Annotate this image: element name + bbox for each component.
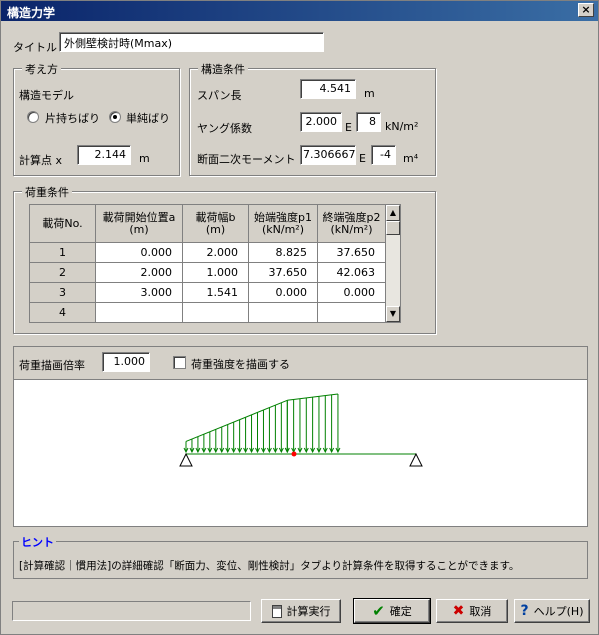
scroll-down-button[interactable]: ▼ — [386, 306, 400, 322]
table-row: 3 3.000 1.541 0.000 0.000 — [29, 282, 386, 303]
young-label: ヤング係数 — [197, 122, 252, 135]
table-header-row: 載荷No. 載荷開始位置a (m) 載荷幅b (m) 始端強度p1 (kN/m²… — [29, 204, 386, 243]
right-support-icon — [409, 452, 423, 467]
draw-intensity-checkbox[interactable] — [173, 356, 186, 369]
young-exp-input[interactable]: 8 — [356, 112, 381, 132]
table-row: 1 0.000 2.000 8.825 37.650 — [29, 242, 386, 263]
title-input[interactable]: 外側壁検討時(Mmax) — [59, 32, 324, 52]
hint-text: [計算確認｜慣用法]の詳細確認「断面力、変位、剛性検討」タブより計算条件を取得す… — [19, 560, 520, 572]
scroll-thumb[interactable] — [386, 221, 400, 235]
span-input[interactable]: 4.541 — [300, 79, 356, 99]
cancel-button[interactable]: ✖ 取消 — [436, 599, 508, 623]
col-header-width: 載荷幅b (m) — [182, 204, 249, 243]
cell-width[interactable]: 1.541 — [182, 282, 249, 303]
cell-p1[interactable]: 0.000 — [248, 282, 318, 303]
moment-unit: m⁴ — [403, 152, 419, 165]
load-top-line — [185, 399, 288, 442]
row-number[interactable]: 3 — [29, 282, 96, 303]
row-number[interactable]: 4 — [29, 302, 96, 323]
calc-run-button[interactable]: 計算実行 — [261, 599, 341, 623]
cell-start[interactable]: 0.000 — [95, 242, 183, 263]
cell-p1[interactable]: 37.650 — [248, 262, 318, 283]
load-group-title: 荷重条件 — [22, 184, 72, 200]
radio-simple-beam-label[interactable]: 単純ばり — [126, 110, 170, 126]
span-unit: m — [364, 87, 375, 100]
col-header-no: 載荷No. — [29, 204, 96, 243]
load-scale-label: 荷重描画倍率 — [19, 359, 85, 372]
title-bar: 構造力学 × — [1, 1, 598, 21]
young-mantissa-input[interactable]: 2.000 — [300, 112, 342, 132]
approach-group-title: 考え方 — [22, 61, 61, 77]
cell-width[interactable] — [182, 302, 249, 323]
ok-label: 確定 — [389, 605, 412, 618]
moment-e-label: E — [359, 152, 366, 165]
calc-run-label: 計算実行 — [286, 605, 331, 618]
radio-simple-beam[interactable] — [109, 111, 121, 123]
title-label: タイトル — [13, 41, 57, 54]
dialog-window: 構造力学 × タイトル 外側壁検討時(Mmax) 考え方 構造モデル 片持ちばり… — [0, 0, 599, 635]
cancel-label: 取消 — [469, 605, 492, 618]
load-scale-input[interactable]: 1.000 — [102, 352, 150, 372]
span-label: スパン長 — [197, 89, 242, 102]
drawing-options-bar — [13, 346, 588, 379]
cancel-x-icon: ✖ — [452, 603, 465, 619]
load-diagram — [179, 393, 423, 467]
structure-group-title: 構造条件 — [198, 61, 248, 77]
radio-cantilever[interactable] — [27, 111, 39, 123]
cell-p2[interactable]: 0.000 — [317, 282, 386, 303]
cell-p2[interactable]: 42.063 — [317, 262, 386, 283]
status-bar — [12, 601, 251, 621]
young-unit: kN/m² — [385, 120, 419, 133]
moment-mantissa-input[interactable]: 7.306667 — [300, 145, 356, 165]
calculator-icon — [271, 604, 282, 618]
row-number[interactable]: 2 — [29, 262, 96, 283]
cell-p2[interactable]: 37.650 — [317, 242, 386, 263]
col-header-start: 載荷開始位置a (m) — [95, 204, 183, 243]
calc-point-unit: m — [139, 152, 150, 165]
scroll-up-button[interactable]: ▲ — [386, 205, 400, 221]
calc-point-label: 計算点 x — [19, 154, 63, 167]
calc-point-marker — [291, 451, 297, 457]
draw-intensity-label[interactable]: 荷重強度を描画する — [191, 356, 290, 372]
row-number[interactable]: 1 — [29, 242, 96, 263]
moment-exp-input[interactable]: -4 — [371, 145, 396, 165]
cell-start[interactable]: 2.000 — [95, 262, 183, 283]
close-button[interactable]: × — [578, 3, 594, 17]
col-header-p2: 終端強度p2 (kN/m²) — [317, 204, 386, 243]
cell-p1[interactable] — [248, 302, 318, 323]
window-title: 構造力学 — [7, 6, 56, 20]
distributed-load-arrows — [183, 393, 341, 454]
young-e-label: E — [345, 121, 352, 134]
hint-title: ヒント — [19, 534, 56, 550]
structure-model-label: 構造モデル — [19, 89, 74, 102]
cell-width[interactable]: 1.000 — [182, 262, 249, 283]
cell-start[interactable] — [95, 302, 183, 323]
table-row: 4 — [29, 302, 386, 323]
checkmark-icon: ✔ — [372, 602, 385, 620]
table-scrollbar[interactable]: ▲ ▼ — [385, 204, 401, 323]
moment-label: 断面二次モーメント — [197, 153, 296, 166]
cell-start[interactable]: 3.000 — [95, 282, 183, 303]
cell-p2[interactable] — [317, 302, 386, 323]
cell-p1[interactable]: 8.825 — [248, 242, 318, 263]
load-diagram-canvas — [13, 379, 588, 527]
load-table: 載荷No. 載荷開始位置a (m) 載荷幅b (m) 始端強度p1 (kN/m²… — [29, 204, 386, 323]
left-support-icon — [179, 452, 193, 467]
ok-button[interactable]: ✔ 確定 — [353, 598, 431, 624]
radio-cantilever-label[interactable]: 片持ちばり — [45, 110, 100, 126]
help-label: ヘルプ(H) — [533, 605, 584, 618]
help-question-icon: ? — [520, 603, 529, 619]
table-row: 2 2.000 1.000 37.650 42.063 — [29, 262, 386, 283]
cell-width[interactable]: 2.000 — [182, 242, 249, 263]
col-header-p1: 始端強度p1 (kN/m²) — [248, 204, 318, 243]
help-button[interactable]: ? ヘルプ(H) — [514, 599, 590, 623]
calc-point-input[interactable]: 2.144 — [77, 145, 131, 165]
